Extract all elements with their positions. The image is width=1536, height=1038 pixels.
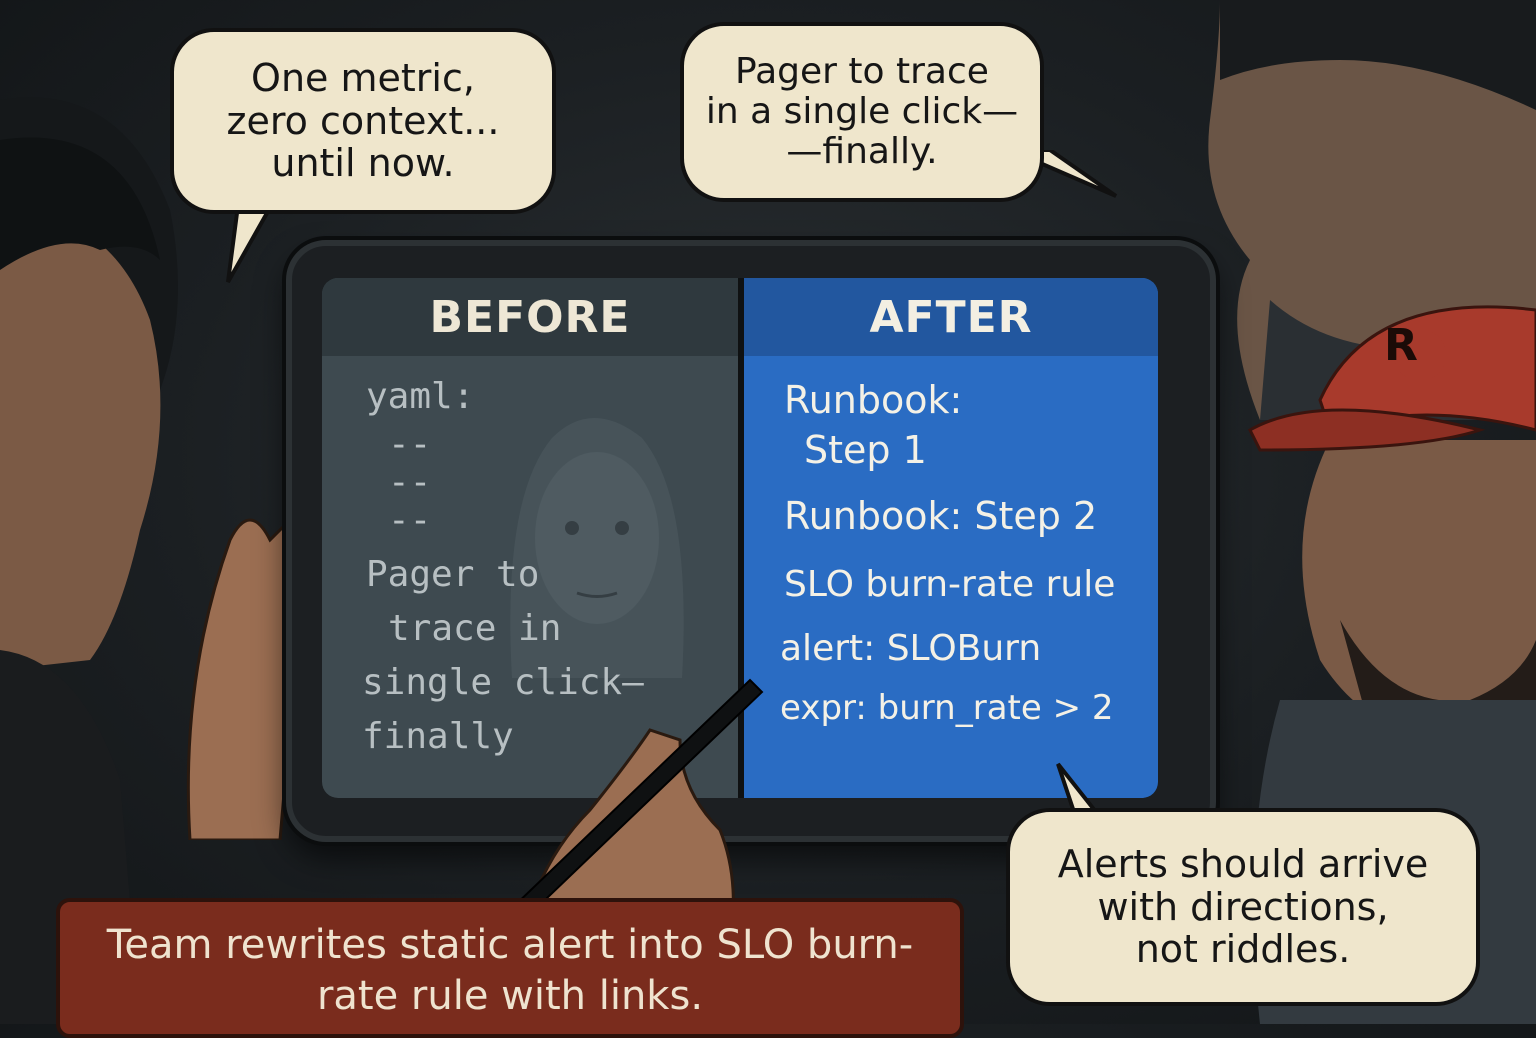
after-text-line: Runbook: xyxy=(784,378,963,422)
after-text-line: alert: SLOBurn xyxy=(780,628,1042,669)
caption-line: rate rule with links. xyxy=(316,973,704,1020)
speech-bubble-top: Pager to trace in a single click— —final… xyxy=(680,22,1044,202)
bubble-top-line: Pager to trace xyxy=(735,50,989,92)
cap-logo: R xyxy=(1384,320,1418,371)
bubble-left-line: zero context... xyxy=(226,98,500,143)
bubble-top-line: —finally. xyxy=(786,131,938,173)
before-code-line: -- xyxy=(388,424,432,465)
bubble-left-line: One metric, xyxy=(251,56,475,101)
before-code-line: Pager to xyxy=(366,554,540,595)
bubble-left-line: until now. xyxy=(271,141,455,186)
after-text-line: expr: burn_rate > 2 xyxy=(780,688,1114,728)
bubble-right-line: not riddles. xyxy=(1135,927,1351,972)
caption-line: Team rewrites static alert into SLO burn… xyxy=(106,922,914,968)
before-code-line: trace in xyxy=(388,608,562,649)
bubble-top-line: in a single click— xyxy=(705,90,1019,132)
after-text-line: Step 1 xyxy=(804,428,927,472)
before-code-line: -- xyxy=(388,500,432,541)
comic-panel: R BEFORE yaml: -- -- -- Pager to trace i… xyxy=(0,0,1536,1038)
stylus-pen xyxy=(508,678,764,920)
before-code-line: -- xyxy=(388,462,432,503)
after-header: AFTER xyxy=(744,278,1158,356)
speech-bubble-right: Alerts should arrive with directions, no… xyxy=(1006,808,1480,1006)
caption-box: Team rewrites static alert into SLO burn… xyxy=(56,898,964,1038)
after-text-line: Runbook: Step 2 xyxy=(784,494,1098,538)
speech-bubble-left: One metric, zero context... until now. xyxy=(170,28,556,214)
before-code-line: yaml: xyxy=(366,376,475,417)
after-text-line: SLO burn-rate rule xyxy=(784,564,1116,605)
bubble-right-line: Alerts should arrive xyxy=(1057,842,1429,887)
bubble-right-line: with directions, xyxy=(1097,884,1389,929)
after-panel: AFTER Runbook: Step 1 Runbook: Step 2 SL… xyxy=(744,278,1158,798)
before-header: BEFORE xyxy=(322,278,738,356)
